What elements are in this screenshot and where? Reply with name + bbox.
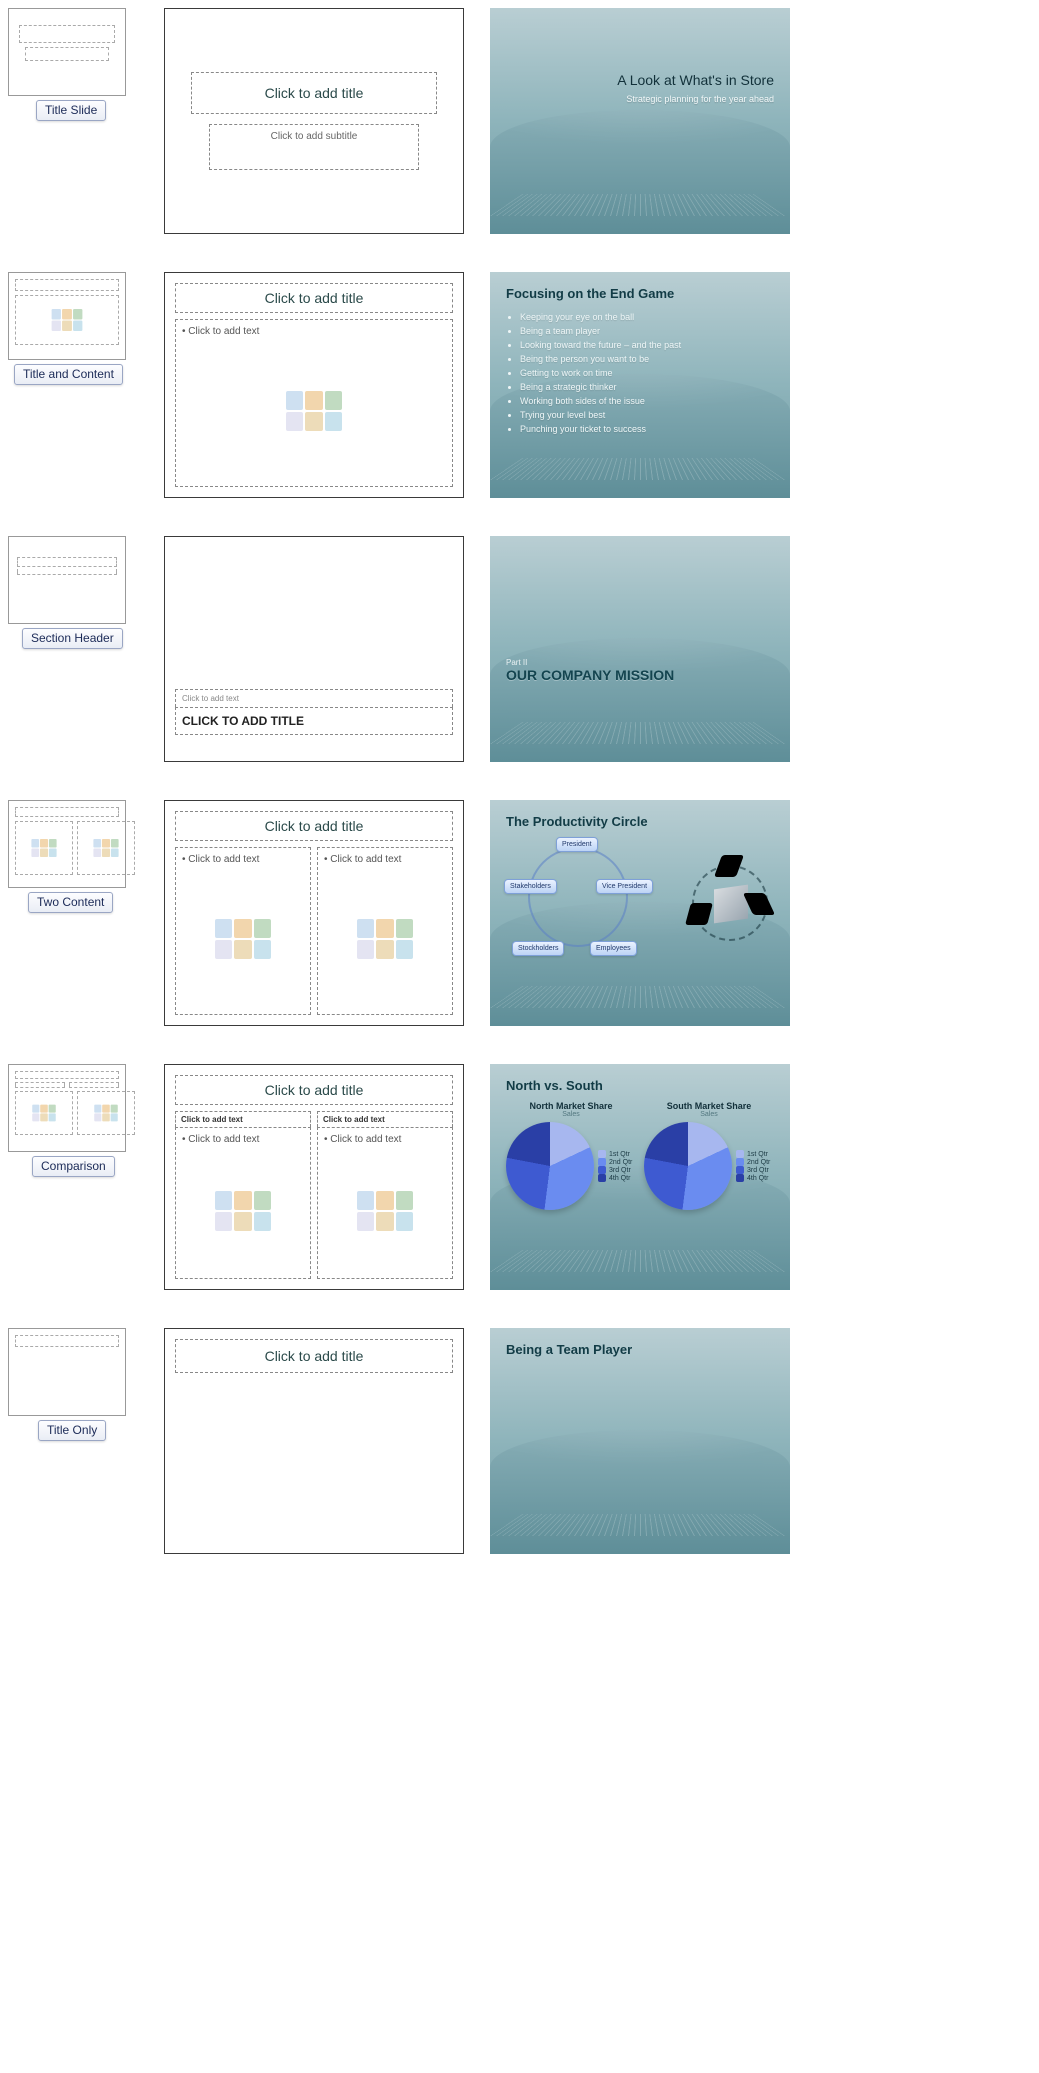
legend-item: 1st Qtr <box>598 1150 632 1158</box>
slide-title: Focusing on the End Game <box>506 286 774 301</box>
slide-subtitle: Strategic planning for the year ahead <box>626 94 774 104</box>
legend-item: 2nd Qtr <box>736 1158 770 1166</box>
layout-thumb-two-content[interactable] <box>8 800 126 888</box>
layout-preview-two-content[interactable]: Click to add title • Click to add text •… <box>164 800 464 1026</box>
diagram-node: Vice President <box>596 879 653 894</box>
content-placeholder-left[interactable]: • Click to add text <box>175 1127 311 1279</box>
slide-title: North vs. South <box>506 1078 774 1093</box>
series-label: Sales <box>506 1111 636 1118</box>
bullet-item: Getting to work on time <box>520 367 774 381</box>
content-icon-grid[interactable] <box>286 391 342 431</box>
bullet-item: Punching your ticket to success <box>520 423 774 437</box>
row-title-slide: Title Slide Click to add title Click to … <box>8 8 1031 234</box>
sample-slide-two-content: The Productivity Circle President Stakeh… <box>490 800 790 1026</box>
legend-item: 4th Qtr <box>736 1174 770 1182</box>
layout-thumb-col: Title Slide <box>8 8 138 121</box>
content-text: Click to add text <box>188 1134 259 1145</box>
content-text: Click to add text <box>330 1134 401 1145</box>
layout-tag: Section Header <box>22 628 123 649</box>
row-section-header: Section Header Click to add text CLICK T… <box>8 536 1031 762</box>
layout-thumb-section-header[interactable] <box>8 536 126 624</box>
title-placeholder[interactable]: Click to add title <box>175 811 453 841</box>
cycle-diagram: President Stakeholders Vice President St… <box>506 839 676 979</box>
title-placeholder[interactable]: Click to add title <box>175 283 453 313</box>
layout-tag: Two Content <box>28 892 113 913</box>
content-placeholder-right[interactable]: • Click to add text <box>317 1127 453 1279</box>
subtitle-placeholder[interactable]: Click to add subtitle <box>209 124 419 170</box>
layout-preview-title-and-content[interactable]: Click to add title • Click to add text <box>164 272 464 498</box>
diagram-node: Stakeholders <box>504 879 557 894</box>
title-placeholder[interactable]: Click to add title <box>175 1075 453 1105</box>
layout-preview-comparison[interactable]: Click to add title Click to add text • C… <box>164 1064 464 1290</box>
layout-tag: Comparison <box>32 1156 115 1177</box>
pie-legend: 1st Qtr2nd Qtr3rd Qtr4th Qtr <box>598 1150 632 1182</box>
sample-slide-comparison: North vs. South North Market Share Sales… <box>490 1064 790 1290</box>
bullet-item: Being a strategic thinker <box>520 381 774 395</box>
legend-item: 2nd Qtr <box>598 1158 632 1166</box>
diagram-node: Stockholders <box>512 941 564 956</box>
row-title-only: Title Only Click to add title Being a Te… <box>8 1328 1031 1554</box>
content-placeholder-left[interactable]: • Click to add text <box>175 847 311 1015</box>
content-icon-grid[interactable] <box>357 919 413 959</box>
diagram-node: President <box>556 837 598 852</box>
bullet-item: Working both sides of the issue <box>520 395 774 409</box>
bullet-item: Being a team player <box>520 325 774 339</box>
content-text: Click to add text <box>330 854 401 865</box>
legend-item: 3rd Qtr <box>736 1166 770 1174</box>
content-icon-grid[interactable] <box>215 919 271 959</box>
bullet-item: Trying your level best <box>520 409 774 423</box>
content-placeholder[interactable]: • Click to add text <box>175 319 453 487</box>
layout-thumb-title-only[interactable] <box>8 1328 126 1416</box>
caption-placeholder-left[interactable]: Click to add text <box>175 1111 311 1127</box>
content-text: Click to add text <box>188 326 259 337</box>
sample-slide-content: Focusing on the End Game Keeping your ey… <box>490 272 790 498</box>
legend-item: 3rd Qtr <box>598 1166 632 1174</box>
caption-placeholder-right[interactable]: Click to add text <box>317 1111 453 1127</box>
layout-thumb-title-slide[interactable] <box>8 8 126 96</box>
slide-title: A Look at What's in Store <box>617 72 774 88</box>
title-placeholder[interactable]: Click to add title <box>191 72 437 114</box>
title-placeholder[interactable]: Click to add title <box>175 1339 453 1373</box>
bullet-list: Keeping your eye on the ballBeing a team… <box>506 311 774 436</box>
content-text: Click to add text <box>188 854 259 865</box>
layout-thumb-comparison[interactable] <box>8 1064 126 1152</box>
compare-right-title: South Market Share <box>644 1101 774 1111</box>
section-title-placeholder[interactable]: CLICK TO ADD TITLE <box>175 707 453 735</box>
layout-tag: Title and Content <box>14 364 123 385</box>
pie-chart-north <box>506 1122 594 1210</box>
slide-title: The Productivity Circle <box>506 814 774 829</box>
section-subtext-placeholder[interactable]: Click to add text <box>175 689 453 707</box>
compare-left-title: North Market Share <box>506 1101 636 1111</box>
diagram-node: Employees <box>590 941 637 956</box>
row-two-content: Two Content Click to add title • Click t… <box>8 800 1031 1026</box>
sample-slide-title-only: Being a Team Player <box>490 1328 790 1554</box>
content-placeholder-right[interactable]: • Click to add text <box>317 847 453 1015</box>
row-title-and-content: Title and Content Click to add title • C… <box>8 272 1031 498</box>
series-label: Sales <box>644 1111 774 1118</box>
bullet-item: Keeping your eye on the ball <box>520 311 774 325</box>
layout-preview-section-header[interactable]: Click to add text CLICK TO ADD TITLE <box>164 536 464 762</box>
section-title: OUR COMPANY MISSION <box>506 667 774 683</box>
layout-preview-title-slide[interactable]: Click to add title Click to add subtitle <box>164 8 464 234</box>
section-kicker: Part II <box>506 658 774 667</box>
pie-legend: 1st Qtr2nd Qtr3rd Qtr4th Qtr <box>736 1150 770 1182</box>
sample-slide-title: A Look at What's in Store Strategic plan… <box>490 8 790 234</box>
layout-thumb-title-and-content[interactable] <box>8 272 126 360</box>
slide-title: Being a Team Player <box>506 1342 774 1357</box>
content-icon-grid[interactable] <box>357 1191 413 1231</box>
sample-slide-section: Part II OUR COMPANY MISSION <box>490 536 790 762</box>
row-comparison: Comparison Click to add title Click to a… <box>8 1064 1031 1290</box>
legend-item: 4th Qtr <box>598 1174 632 1182</box>
layout-tag: Title Only <box>38 1420 106 1441</box>
layout-preview-title-only[interactable]: Click to add title <box>164 1328 464 1554</box>
bullet-item: Being the person you want to be <box>520 353 774 367</box>
legend-item: 1st Qtr <box>736 1150 770 1158</box>
content-icon-grid[interactable] <box>215 1191 271 1231</box>
pie-chart-south <box>644 1122 732 1210</box>
clipart-runners <box>686 859 774 947</box>
bullet-item: Looking toward the future – and the past <box>520 339 774 353</box>
layout-tag: Title Slide <box>36 100 106 121</box>
